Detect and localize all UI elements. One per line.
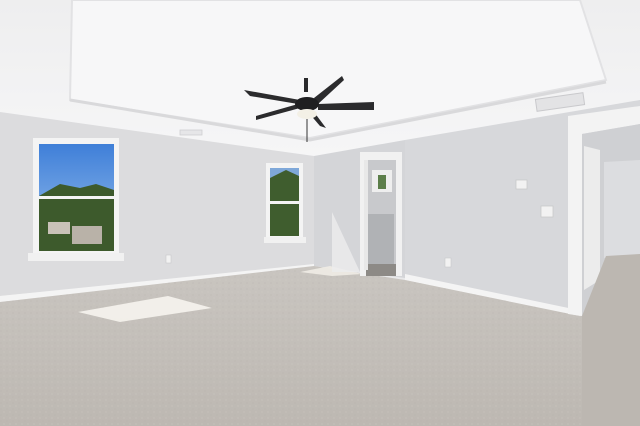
room-scene <box>0 0 640 426</box>
bathroom-doorway <box>360 152 402 276</box>
outlet-left <box>165 254 172 264</box>
left-window <box>28 138 124 261</box>
outlet-right <box>444 257 452 268</box>
light-switch <box>540 205 554 218</box>
middle-window <box>264 163 306 243</box>
thermostat <box>515 179 528 190</box>
ceiling-vent-small <box>179 129 203 136</box>
